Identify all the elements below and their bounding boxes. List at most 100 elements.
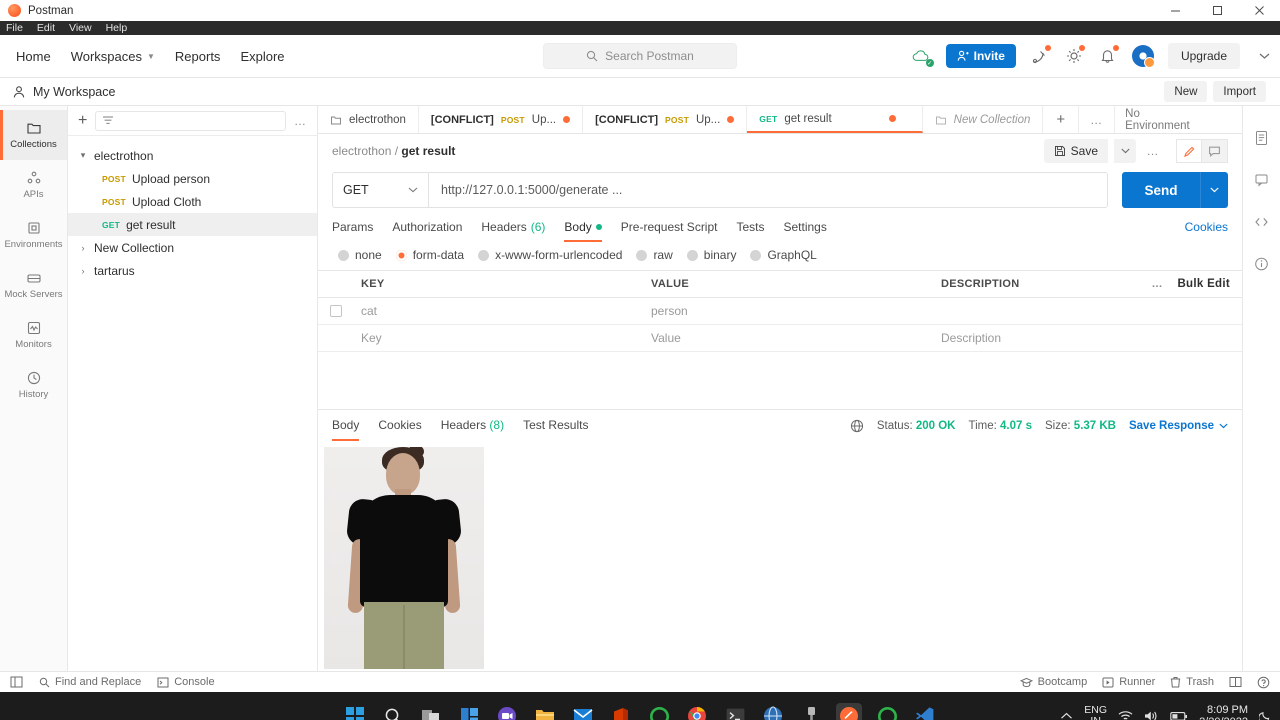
code-icon[interactable] xyxy=(1254,214,1269,230)
menu-item-view[interactable]: View xyxy=(69,21,92,35)
menu-item-edit[interactable]: Edit xyxy=(37,21,55,35)
response-tab-body[interactable]: Body xyxy=(332,410,360,441)
taskbar-clock[interactable]: 8:09 PM 2/20/2022 xyxy=(1199,704,1248,720)
table-row-placeholder[interactable]: Key Value Description xyxy=(318,325,1242,352)
new-tab-button[interactable]: + xyxy=(1043,106,1080,133)
body-type-binary[interactable]: binary xyxy=(686,248,736,262)
sidebar-item-history[interactable]: History xyxy=(0,360,67,410)
save-button[interactable]: Save xyxy=(1043,139,1108,163)
sidebar-item-environments[interactable]: Environments xyxy=(0,210,67,260)
url-input[interactable]: http://127.0.0.1:5000/generate ... xyxy=(428,172,1108,208)
tray-overflow-chevron-icon[interactable] xyxy=(1060,712,1073,720)
nav-home[interactable]: Home xyxy=(16,49,51,64)
widgets-icon[interactable] xyxy=(456,703,482,720)
tree-item-upload-cloth[interactable]: POST Upload Cloth xyxy=(68,190,317,213)
body-type-form-data[interactable]: form-data xyxy=(395,248,464,262)
tab-params[interactable]: Params xyxy=(332,212,373,242)
postman-icon-2[interactable] xyxy=(836,703,862,720)
placeholder-value[interactable]: Value xyxy=(643,331,933,345)
sidebar-item-mock-servers[interactable]: Mock Servers xyxy=(0,260,67,310)
tree-item-electrothon[interactable]: ▾ electrothon xyxy=(68,144,317,167)
tree-item-tartarus[interactable]: › tartarus xyxy=(68,259,317,282)
body-type-none[interactable]: none xyxy=(338,248,382,262)
runner-button[interactable]: Runner xyxy=(1102,676,1155,688)
maximize-icon[interactable] xyxy=(1196,0,1238,21)
language-indicator[interactable]: ENG IN xyxy=(1084,705,1107,720)
help-icon[interactable] xyxy=(1257,676,1270,689)
file-explorer-icon[interactable] xyxy=(532,703,558,720)
request-more-icon[interactable]: … xyxy=(1141,139,1165,163)
cookies-link[interactable]: Cookies xyxy=(1185,220,1228,234)
battery-icon[interactable] xyxy=(1170,711,1188,720)
tab-get-result[interactable]: GET get result xyxy=(747,106,923,133)
tab-electrothon[interactable]: electrothon xyxy=(318,106,419,133)
start-icon[interactable] xyxy=(342,703,368,720)
info-icon[interactable] xyxy=(1254,256,1269,272)
bell-icon[interactable] xyxy=(1098,45,1119,66)
breadcrumb[interactable]: electrothon / get result xyxy=(332,144,455,158)
wifi-icon[interactable] xyxy=(1118,710,1133,720)
menu-item-help[interactable]: Help xyxy=(106,21,128,35)
filter-input[interactable] xyxy=(95,110,286,131)
search-icon[interactable] xyxy=(380,703,406,720)
nav-reports[interactable]: Reports xyxy=(175,49,221,64)
task-view-icon[interactable] xyxy=(418,703,444,720)
table-row[interactable]: cat person xyxy=(318,298,1242,325)
menu-item-file[interactable]: File xyxy=(6,21,23,35)
avatar[interactable] xyxy=(1131,45,1155,68)
workspace-name[interactable]: My Workspace xyxy=(33,85,115,99)
usb-icon[interactable] xyxy=(798,703,824,720)
new-button[interactable]: New xyxy=(1164,81,1208,102)
postman-icon-3[interactable] xyxy=(874,703,900,720)
sidebar-item-collections[interactable]: Collections xyxy=(0,110,67,160)
body-type-urlencoded[interactable]: x-www-form-urlencoded xyxy=(478,248,622,262)
body-type-graphql[interactable]: GraphQL xyxy=(750,248,817,262)
tab-settings[interactable]: Settings xyxy=(784,212,827,242)
volume-icon[interactable] xyxy=(1144,710,1159,720)
sidebar-item-apis[interactable]: APIs xyxy=(0,160,67,210)
tab-tests[interactable]: Tests xyxy=(736,212,764,242)
console-button[interactable]: Console xyxy=(157,676,215,688)
tab-conflict-upload-1[interactable]: [CONFLICT] POST Up... xyxy=(419,106,584,133)
response-tab-headers[interactable]: Headers (8) xyxy=(441,410,504,441)
edit-mode-button[interactable] xyxy=(1176,139,1202,163)
nav-workspaces[interactable]: Workspaces ▼ xyxy=(71,49,155,64)
tab-body[interactable]: Body xyxy=(564,212,603,242)
tree-item-new-collection[interactable]: › New Collection xyxy=(68,236,317,259)
body-type-raw[interactable]: raw xyxy=(636,248,673,262)
two-pane-layout-icon[interactable] xyxy=(1229,676,1242,688)
sidebar-more-icon[interactable]: … xyxy=(294,114,307,128)
office-icon[interactable] xyxy=(608,703,634,720)
bulk-edit-button[interactable]: Bulk Edit xyxy=(1177,278,1230,290)
import-button[interactable]: Import xyxy=(1213,81,1266,102)
comment-mode-button[interactable] xyxy=(1202,139,1228,163)
search-input[interactable]: Search Postman xyxy=(543,43,737,69)
tab-authorization[interactable]: Authorization xyxy=(392,212,462,242)
vscode-icon[interactable] xyxy=(912,703,938,720)
row-checkbox[interactable] xyxy=(329,305,342,317)
save-response-button[interactable]: Save Response xyxy=(1129,420,1228,432)
toggle-sidebar-icon[interactable] xyxy=(10,676,23,688)
account-chevron-down-icon[interactable] xyxy=(1254,46,1274,66)
gear-icon[interactable] xyxy=(1064,45,1085,66)
invite-button[interactable]: Invite xyxy=(945,44,1016,68)
send-button[interactable]: Send xyxy=(1122,172,1200,208)
tab-conflict-upload-2[interactable]: [CONFLICT] POST Up... xyxy=(583,106,748,133)
find-and-replace-button[interactable]: Find and Replace xyxy=(39,676,141,688)
terminal-icon[interactable] xyxy=(722,703,748,720)
row-value[interactable]: person xyxy=(643,304,933,318)
tab-pre-request-script[interactable]: Pre-request Script xyxy=(621,212,718,242)
table-more-icon[interactable]: … xyxy=(1151,278,1163,290)
tree-item-get-result[interactable]: GET get result xyxy=(68,213,317,236)
satellite-icon[interactable] xyxy=(1030,45,1051,66)
sync-cloud-icon[interactable]: ✓ xyxy=(912,46,934,67)
close-icon[interactable] xyxy=(1238,0,1280,21)
mail-icon[interactable] xyxy=(570,703,596,720)
placeholder-key[interactable]: Key xyxy=(353,331,643,345)
documentation-icon[interactable] xyxy=(1254,130,1269,146)
sidebar-item-monitors[interactable]: Monitors xyxy=(0,310,67,360)
chrome-icon[interactable] xyxy=(684,703,710,720)
row-key[interactable]: cat xyxy=(353,304,643,318)
save-options-chevron-icon[interactable] xyxy=(1114,139,1136,163)
bootcamp-button[interactable]: Bootcamp xyxy=(1019,676,1087,688)
